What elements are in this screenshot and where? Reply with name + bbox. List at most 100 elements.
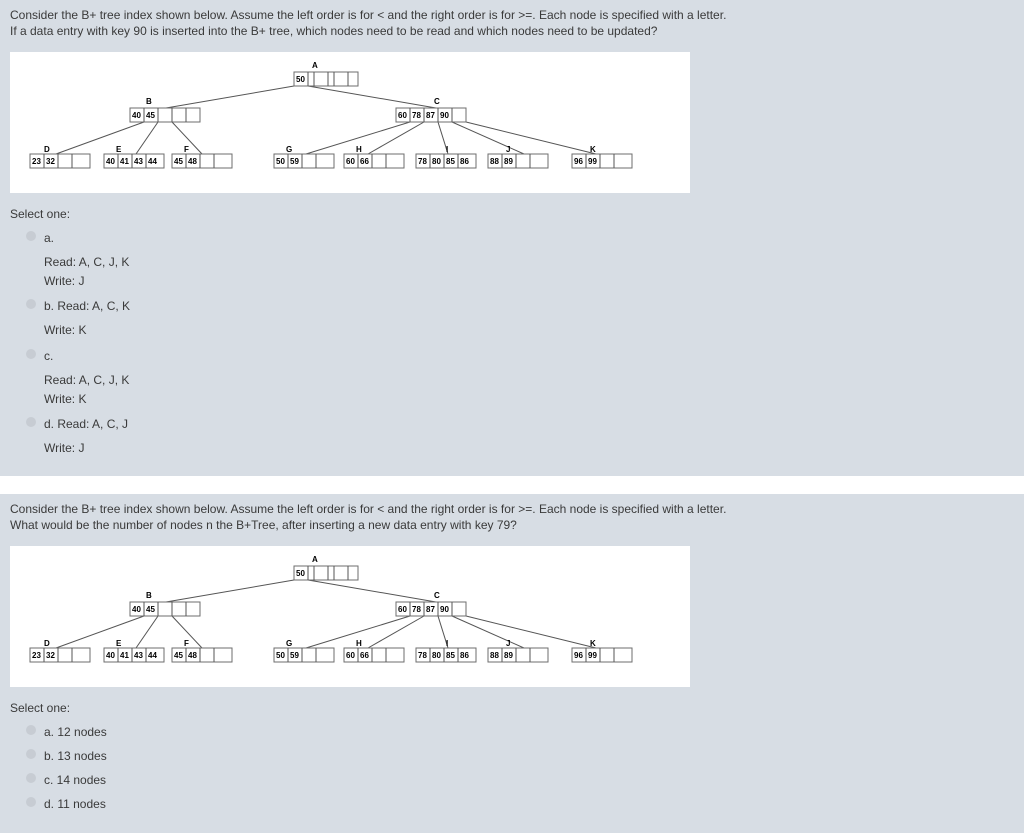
svg-text:48: 48 — [188, 157, 197, 166]
svg-text:44: 44 — [148, 157, 157, 166]
svg-text:90: 90 — [440, 605, 449, 614]
tree-node-E: E 40 41 43 44 — [104, 639, 164, 662]
svg-text:J: J — [506, 639, 510, 648]
q1-b-text2: Write: K — [44, 321, 1014, 340]
svg-text:40: 40 — [106, 157, 115, 166]
svg-text:C: C — [434, 591, 440, 600]
svg-text:I: I — [446, 145, 448, 154]
tree-node-E: E 40 41 43 44 — [104, 145, 164, 168]
svg-text:48: 48 — [188, 651, 197, 660]
svg-text:F: F — [184, 145, 189, 154]
svg-text:78: 78 — [412, 111, 421, 120]
bplus-tree-diagram-1: A 50 B 40 45 C — [10, 52, 690, 193]
select-one-label-1: Select one: — [10, 207, 1014, 221]
q1-intro-1: Consider the B+ tree index shown below. … — [10, 8, 1014, 22]
svg-text:87: 87 — [426, 605, 435, 614]
bplus-tree-diagram-2: A 50 B 40 45 C — [10, 546, 690, 687]
radio-icon[interactable] — [26, 417, 36, 427]
svg-text:60: 60 — [346, 651, 355, 660]
svg-text:A: A — [312, 555, 318, 564]
q1-option-d[interactable]: d. Read: A, C, J — [26, 415, 1014, 433]
svg-text:66: 66 — [360, 157, 369, 166]
svg-text:G: G — [286, 145, 292, 154]
svg-text:K: K — [590, 145, 596, 154]
svg-text:50: 50 — [276, 157, 285, 166]
q2-option-a[interactable]: a. 12 nodes — [26, 723, 1014, 741]
radio-icon[interactable] — [26, 725, 36, 735]
svg-text:41: 41 — [120, 651, 129, 660]
svg-text:44: 44 — [148, 651, 157, 660]
svg-text:50: 50 — [296, 569, 305, 578]
svg-text:85: 85 — [446, 651, 455, 660]
svg-text:F: F — [184, 639, 189, 648]
svg-text:78: 78 — [418, 651, 427, 660]
svg-text:45: 45 — [174, 651, 183, 660]
svg-text:45: 45 — [146, 605, 155, 614]
q1-c-text1: Read: A, C, J, K — [44, 371, 1014, 390]
svg-text:E: E — [116, 145, 122, 154]
svg-text:88: 88 — [490, 157, 499, 166]
tree-node-H: H 60 66 — [344, 639, 404, 662]
tree-node-C: C 60 78 87 90 — [396, 97, 466, 122]
svg-text:86: 86 — [460, 157, 469, 166]
svg-text:80: 80 — [432, 157, 441, 166]
q2-option-d[interactable]: d. 11 nodes — [26, 795, 1014, 813]
svg-text:H: H — [356, 145, 362, 154]
q2-option-c[interactable]: c. 14 nodes — [26, 771, 1014, 789]
tree-node-F: F 45 48 — [172, 145, 232, 168]
svg-text:A: A — [312, 61, 318, 70]
tree-node-A: A 50 — [294, 555, 358, 580]
svg-text:90: 90 — [440, 111, 449, 120]
svg-text:23: 23 — [32, 157, 41, 166]
svg-text:59: 59 — [290, 157, 299, 166]
q2-intro-1: Consider the B+ tree index shown below. … — [10, 502, 1014, 516]
radio-icon[interactable] — [26, 797, 36, 807]
select-one-label-2: Select one: — [10, 701, 1014, 715]
svg-text:96: 96 — [574, 651, 583, 660]
svg-text:59: 59 — [290, 651, 299, 660]
svg-text:E: E — [116, 639, 122, 648]
tree-node-I: I 78 80 85 86 — [416, 145, 476, 168]
q1-option-a[interactable]: a. — [26, 229, 1014, 247]
svg-text:89: 89 — [504, 651, 513, 660]
svg-text:I: I — [446, 639, 448, 648]
svg-text:41: 41 — [120, 157, 129, 166]
svg-text:B: B — [146, 97, 152, 106]
q1-d-text2: Write: J — [44, 439, 1014, 458]
svg-text:32: 32 — [46, 157, 55, 166]
svg-text:60: 60 — [398, 111, 407, 120]
svg-text:88: 88 — [490, 651, 499, 660]
q1-a-text2: Write: J — [44, 272, 1014, 291]
svg-text:C: C — [434, 97, 440, 106]
svg-text:80: 80 — [432, 651, 441, 660]
svg-text:G: G — [286, 639, 292, 648]
svg-text:43: 43 — [134, 157, 143, 166]
svg-text:23: 23 — [32, 651, 41, 660]
svg-text:78: 78 — [418, 157, 427, 166]
radio-icon[interactable] — [26, 349, 36, 359]
svg-text:40: 40 — [106, 651, 115, 660]
q1-option-b[interactable]: b. Read: A, C, K — [26, 297, 1014, 315]
svg-text:40: 40 — [132, 111, 141, 120]
tree-node-H: H 60 66 — [344, 145, 404, 168]
q2-options: a. 12 nodes b. 13 nodes c. 14 nodes d. 1… — [26, 723, 1014, 813]
tree-node-A: A 50 — [294, 61, 358, 86]
radio-icon[interactable] — [26, 773, 36, 783]
tree-node-J: J 88 89 — [488, 145, 548, 168]
tree-node-D: D 23 32 — [30, 639, 90, 662]
svg-text:50: 50 — [296, 75, 305, 84]
q1-options: a. Read: A, C, J, K Write: J b. Read: A,… — [26, 229, 1014, 458]
svg-text:89: 89 — [504, 157, 513, 166]
q2-option-b[interactable]: b. 13 nodes — [26, 747, 1014, 765]
q1-intro-2: If a data entry with key 90 is inserted … — [10, 24, 1014, 38]
q1-option-c[interactable]: c. — [26, 347, 1014, 365]
svg-text:66: 66 — [360, 651, 369, 660]
radio-icon[interactable] — [26, 231, 36, 241]
question-2: Consider the B+ tree index shown below. … — [0, 494, 1024, 833]
radio-icon[interactable] — [26, 299, 36, 309]
q1-a-text1: Read: A, C, J, K — [44, 253, 1014, 272]
q2-intro-2: What would be the number of nodes n the … — [10, 518, 1014, 532]
svg-text:60: 60 — [346, 157, 355, 166]
tree-node-I: I 78 80 85 86 — [416, 639, 476, 662]
radio-icon[interactable] — [26, 749, 36, 759]
